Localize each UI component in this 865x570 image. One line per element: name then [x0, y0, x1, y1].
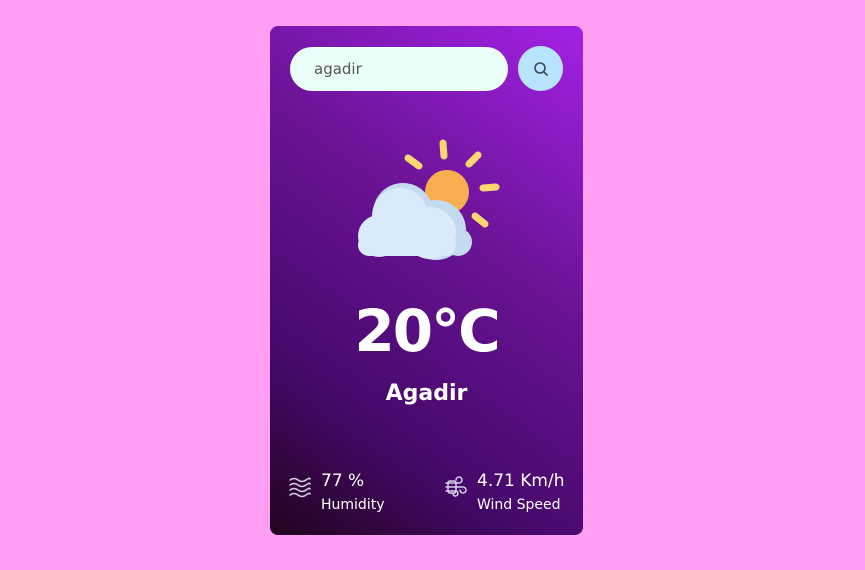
partly-cloudy-icon [358, 139, 500, 260]
wind-detail: 4.71 Km/h Wind Speed [444, 470, 564, 515]
humidity-detail: 77 % Humidity [288, 470, 384, 515]
city-name: Agadir [385, 381, 468, 406]
wind-icon [445, 476, 467, 497]
weather-card: 20°C Agadir 77 % Humidity 4.71 Km/ [270, 26, 583, 535]
wind-speed-label: Wind Speed [477, 497, 561, 513]
search-icon [533, 61, 548, 76]
humidity-value: 77 % [321, 471, 365, 491]
humidity-label: Humidity [321, 497, 385, 513]
wind-text: 4.71 Km/h Wind Speed [477, 470, 564, 515]
wind-speed-value: 4.71 Km/h [477, 471, 565, 491]
search-input[interactable] [290, 47, 508, 91]
temperature: 20°C [354, 297, 500, 365]
search-button[interactable] [518, 46, 563, 91]
humidity-waves-icon [289, 477, 311, 498]
humidity-text: 77 % Humidity [321, 470, 384, 515]
